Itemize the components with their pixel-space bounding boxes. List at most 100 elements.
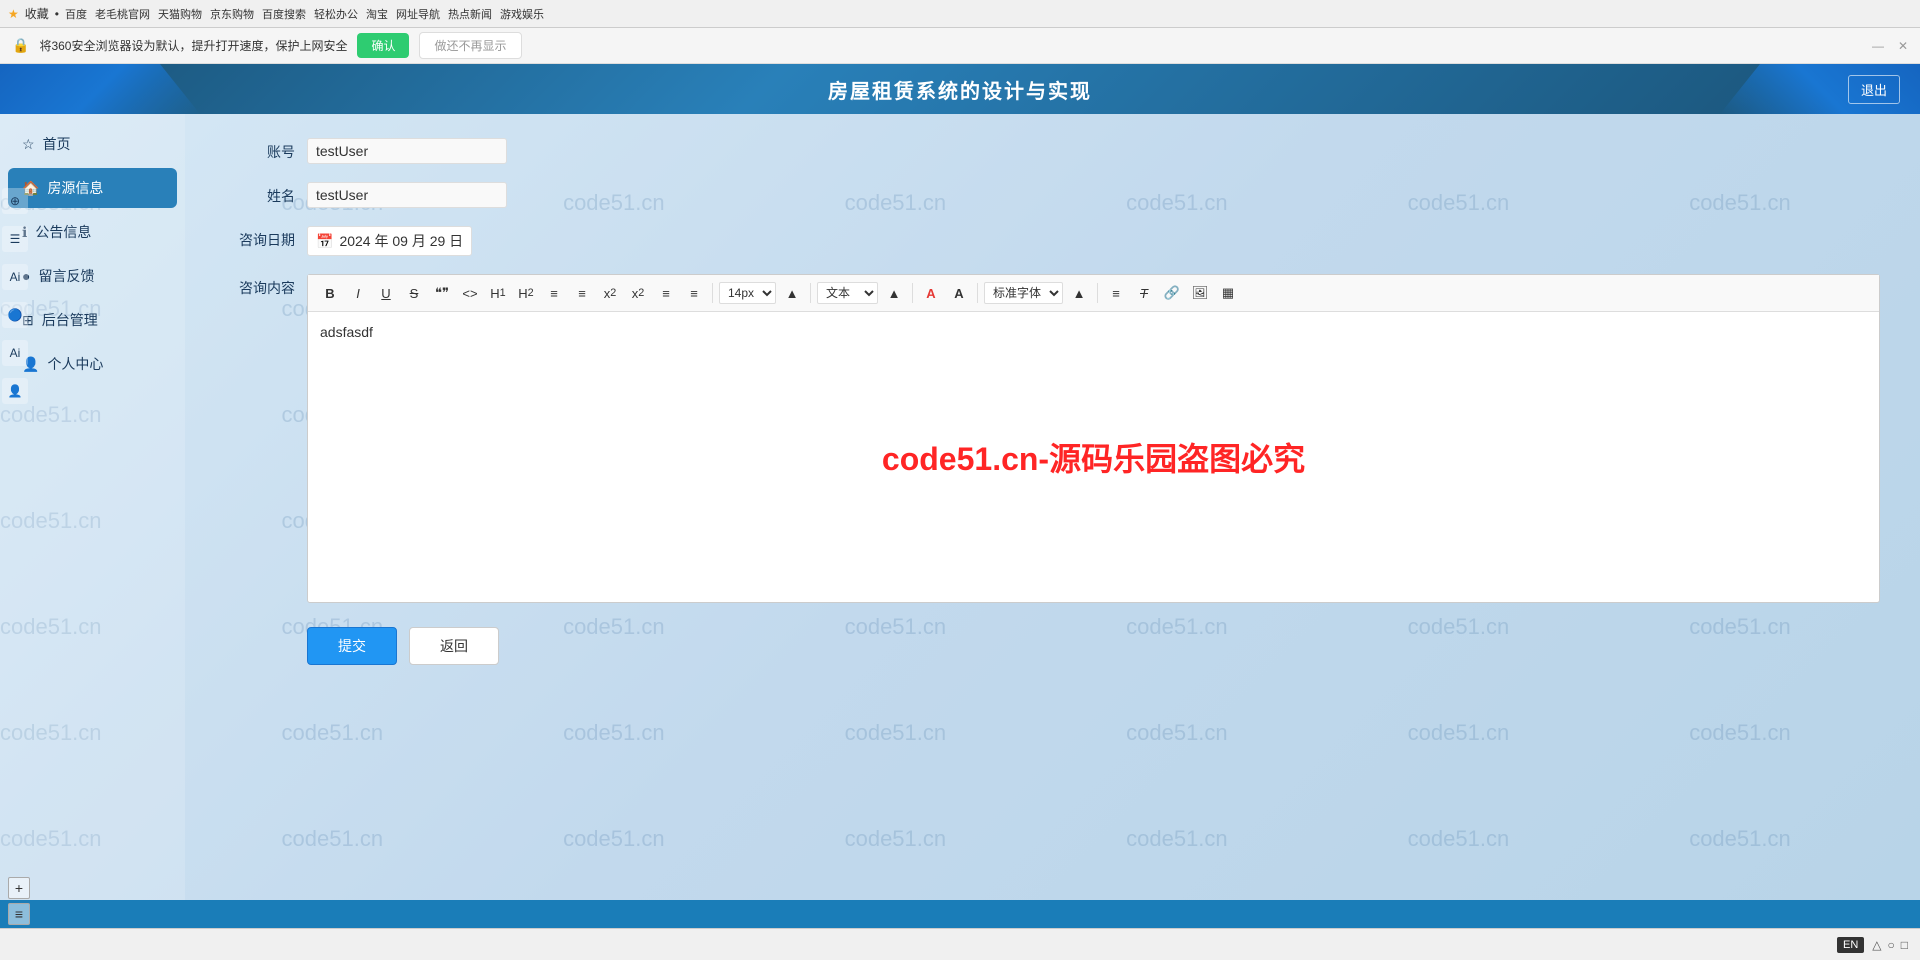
browser-status-bar: EN △ ○ □ xyxy=(0,928,1920,960)
sidebar-label-house: 房源信息 xyxy=(47,178,103,198)
name-value: testUser xyxy=(307,182,507,208)
side-icon-3[interactable]: Ai xyxy=(2,264,28,290)
toolbar-align-right[interactable]: ≡ xyxy=(682,281,706,305)
toolbar-divider-1 xyxy=(712,283,713,303)
toolbar-divider-3 xyxy=(912,283,913,303)
browser-nav-bar: ★ 收藏 • 百度 老毛桃官网 天猫购物 京东购物 百度搜索 轻松办公 淘宝 网… xyxy=(0,0,1920,28)
content-row: 咨询内容 B I U S ❝❞ <> H1 H2 ≡ xyxy=(225,274,1880,603)
account-row: 账号 testUser xyxy=(225,138,1880,164)
editor-content[interactable]: adsfasdf xyxy=(320,324,1867,340)
sidebar-item-house-info[interactable]: 🏠 房源信息 xyxy=(8,168,177,208)
toolbar-list-ul[interactable]: ≡ xyxy=(570,281,594,305)
zoom-out-button[interactable]: ≡ xyxy=(8,903,30,925)
toolbar-h2[interactable]: H2 xyxy=(514,281,538,305)
security-text: 将360安全浏览器设为默认，提升打开速度，保护上网安全 xyxy=(39,37,347,54)
logout-button[interactable]: 退出 xyxy=(1848,75,1900,104)
side-icon-6[interactable]: 👤 xyxy=(2,378,28,404)
toolbar-align-left[interactable]: ≡ xyxy=(654,281,678,305)
name-row: 姓名 testUser xyxy=(225,182,1880,208)
font-family-select[interactable]: 标准字体 宋体 黑体 xyxy=(984,282,1063,304)
sidebar-item-feedback[interactable]: ● 留言反馈 xyxy=(8,256,177,296)
toolbar-strikethrough[interactable]: S xyxy=(402,281,426,305)
toolbar-table[interactable]: ▦ xyxy=(1216,281,1240,305)
editor-toolbar: B I U S ❝❞ <> H1 H2 ≡ ≡ x2 x2 ≡ xyxy=(308,275,1879,312)
back-button[interactable]: 返回 xyxy=(409,627,499,665)
calendar-icon: 📅 xyxy=(316,233,333,250)
side-icon-2[interactable]: ☰ xyxy=(2,226,28,252)
name-label: 姓名 xyxy=(225,182,295,206)
side-icon-5[interactable]: Ai xyxy=(2,340,28,366)
bottom-left-controls: + ≡ xyxy=(8,877,30,925)
action-row: 提交 返回 xyxy=(307,627,1880,665)
nav-baidusearch[interactable]: 百度搜索 xyxy=(262,6,306,22)
account-value: testUser xyxy=(307,138,507,164)
nav-tianmao[interactable]: 天猫购物 xyxy=(158,6,202,22)
nav-games[interactable]: 游戏娱乐 xyxy=(500,6,544,22)
nav-urlnav[interactable]: 网址导航 xyxy=(396,6,440,22)
sidebar-item-home[interactable]: ☆ 首页 xyxy=(8,124,177,164)
toolbar-list-ol[interactable]: ≡ xyxy=(542,281,566,305)
zoom-in-button[interactable]: + xyxy=(8,877,30,899)
font-type-select[interactable]: 文本 标题1 标题2 xyxy=(817,282,878,304)
form-section: 账号 testUser 姓名 testUser 咨询日期 📅 2024 年 09… xyxy=(225,138,1880,665)
date-field[interactable]: 📅 2024 年 09 月 29 日 xyxy=(307,226,472,256)
nav-baidu[interactable]: 百度 xyxy=(65,6,87,22)
nav-taobao[interactable]: 淘宝 xyxy=(366,6,388,22)
nav-jingdong[interactable]: 京东购物 xyxy=(210,6,254,22)
security-confirm-button[interactable]: 确认 xyxy=(357,33,409,58)
toolbar-clear-format[interactable]: T xyxy=(1132,281,1156,305)
security-dismiss-button[interactable]: 做还不再显示 xyxy=(419,32,521,59)
toolbar-fontfamily-arrow[interactable]: ▲ xyxy=(1067,281,1091,305)
toolbar-italic[interactable]: I xyxy=(346,281,370,305)
app-body: ⊕ ☰ Ai 🔵 Ai 👤 ☆ 首页 🏠 房源信息 ℹ 公告信息 ● 留言反 xyxy=(0,114,1920,900)
side-icon-4[interactable]: 🔵 xyxy=(2,302,28,328)
toolbar-h1[interactable]: H1 xyxy=(486,281,510,305)
favorites-icon: ★ xyxy=(8,7,19,21)
app-title: 房屋租赁系统的设计与实现 xyxy=(828,75,1092,104)
font-size-select[interactable]: 14px 12px 16px 18px 24px xyxy=(719,282,776,304)
toolbar-align-center[interactable]: ≡ xyxy=(1104,281,1128,305)
editor-body[interactable]: adsfasdf code51.cn-源码乐园盗图必究 xyxy=(308,312,1879,602)
toolbar-divider-5 xyxy=(1097,283,1098,303)
window-close-icon[interactable]: ✕ xyxy=(1898,39,1908,53)
toolbar-divider-2 xyxy=(810,283,811,303)
toolbar-link[interactable]: 🔗 xyxy=(1160,281,1184,305)
toolbar-subscript[interactable]: x2 xyxy=(598,281,622,305)
content-label: 咨询内容 xyxy=(225,274,295,298)
bottom-icon-delta: △ xyxy=(1872,938,1881,952)
sidebar-item-profile[interactable]: 👤 个人中心 xyxy=(8,344,177,384)
sidebar-label-feedback: 留言反馈 xyxy=(38,266,94,286)
window-minimize[interactable]: — xyxy=(1872,39,1884,53)
submit-button[interactable]: 提交 xyxy=(307,627,397,665)
bottom-icon-square: □ xyxy=(1901,938,1908,952)
account-label: 账号 xyxy=(225,138,295,162)
nav-laomao[interactable]: 老毛桃官网 xyxy=(95,6,150,22)
toolbar-superscript[interactable]: x2 xyxy=(626,281,650,305)
toolbar-fonttype-arrow[interactable]: ▲ xyxy=(882,281,906,305)
toolbar-code[interactable]: <> xyxy=(458,281,482,305)
sidebar-label-notice: 公告信息 xyxy=(35,222,91,242)
nav-news[interactable]: 热点新闻 xyxy=(448,6,492,22)
language-badge: EN xyxy=(1837,937,1864,953)
toolbar-underline[interactable]: U xyxy=(374,281,398,305)
toolbar-font-color[interactable]: A xyxy=(919,281,943,305)
sidebar-item-admin[interactable]: ⊞ 后台管理 xyxy=(8,300,177,340)
toolbar-image[interactable]: 🖼 xyxy=(1188,281,1212,305)
editor-watermark: code51.cn-源码乐园盗图必究 xyxy=(882,434,1305,480)
favorites-label: 收藏 xyxy=(25,5,49,22)
date-row: 咨询日期 📅 2024 年 09 月 29 日 xyxy=(225,226,1880,256)
rich-text-editor[interactable]: B I U S ❝❞ <> H1 H2 ≡ ≡ x2 x2 ≡ xyxy=(307,274,1880,603)
side-icon-1[interactable]: ⊕ xyxy=(2,188,28,214)
bottom-icon-circle: ○ xyxy=(1888,938,1895,952)
toolbar-quote[interactable]: ❝❞ xyxy=(430,281,454,305)
nav-office[interactable]: 轻松办公 xyxy=(314,6,358,22)
security-bar: 🔒 将360安全浏览器设为默认，提升打开速度，保护上网安全 确认 做还不再显示 … xyxy=(0,28,1920,64)
lock-icon: 🔒 xyxy=(12,37,29,54)
header-decor-left xyxy=(0,64,200,114)
bottom-icons: △ ○ □ xyxy=(1872,938,1908,952)
sidebar-item-notice[interactable]: ℹ 公告信息 xyxy=(8,212,177,252)
toolbar-fontsize-arrow[interactable]: ▲ xyxy=(780,281,804,305)
toolbar-bold[interactable]: B xyxy=(318,281,342,305)
sidebar-label-home: 首页 xyxy=(43,134,71,154)
toolbar-font-bg[interactable]: A xyxy=(947,281,971,305)
